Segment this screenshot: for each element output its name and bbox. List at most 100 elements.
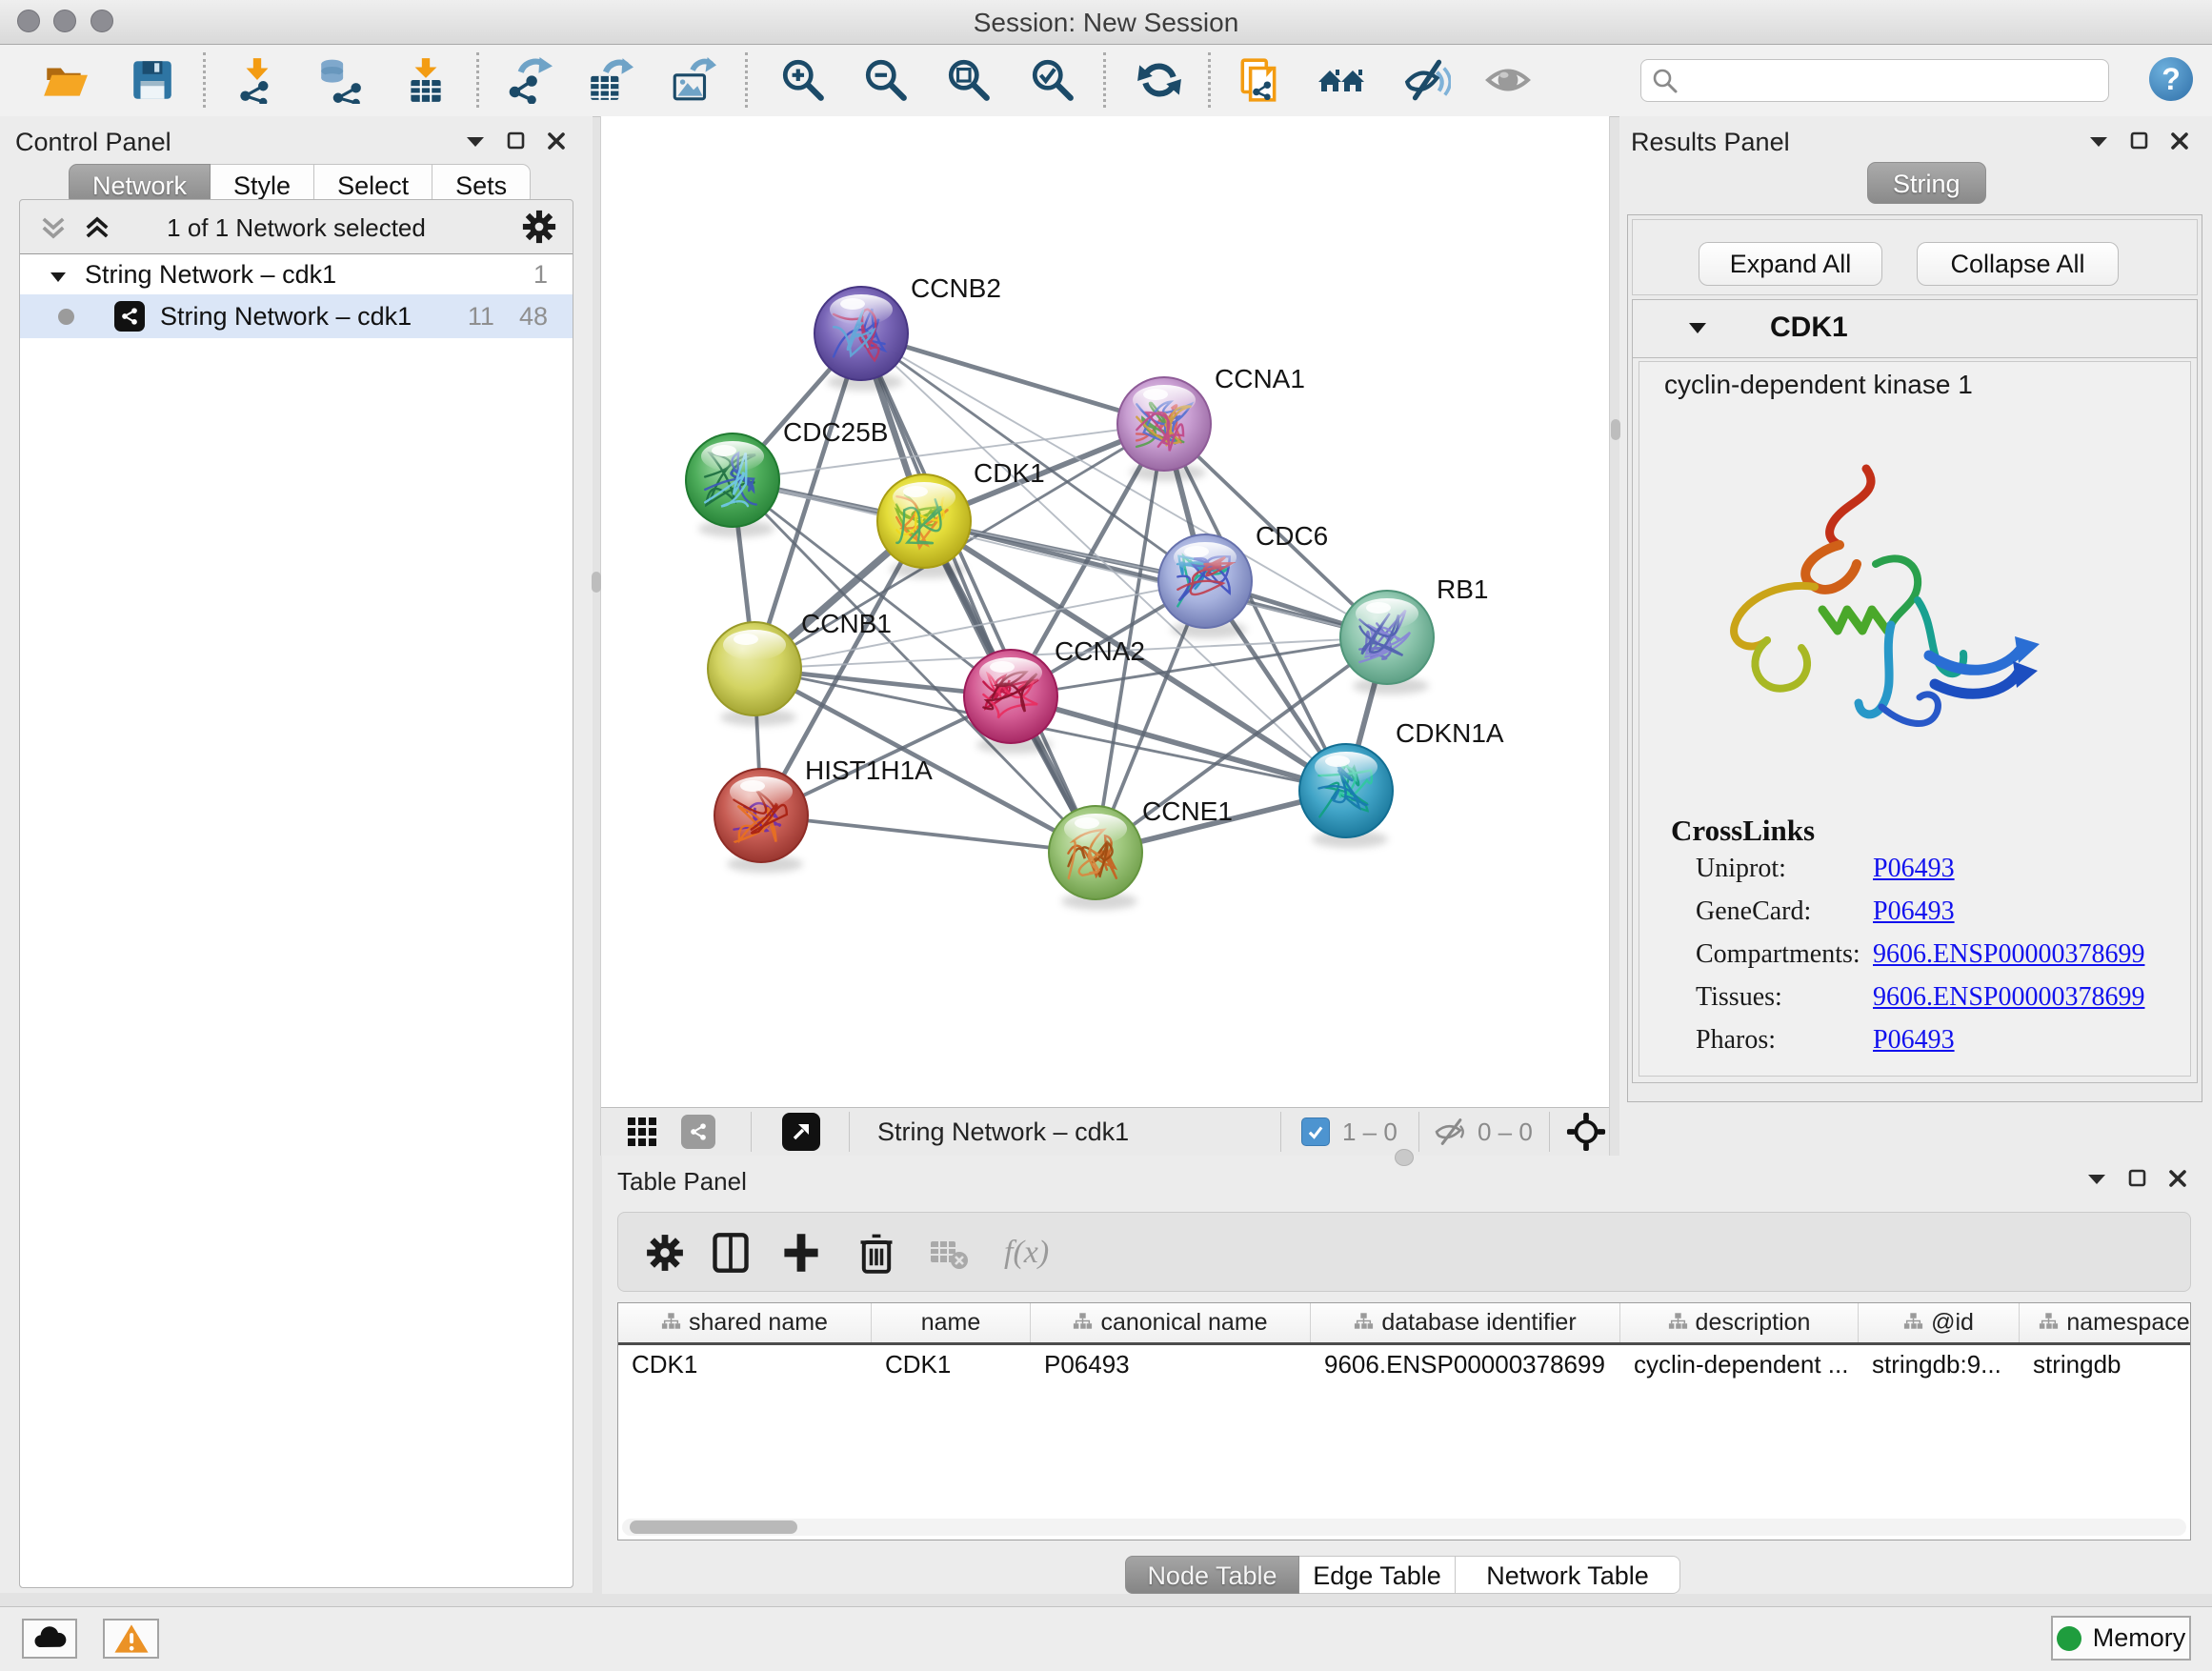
- network-node-RB1[interactable]: [1340, 591, 1434, 695]
- panel-float-icon[interactable]: [2130, 131, 2149, 151]
- zoom-selected-icon[interactable]: [1028, 55, 1077, 105]
- hide-selected-icon[interactable]: [1402, 55, 1452, 105]
- network-node-CDC6[interactable]: [1158, 534, 1252, 638]
- network-collection-row[interactable]: String Network – cdk1 1: [20, 254, 573, 294]
- expand-all-button[interactable]: Expand All: [1699, 242, 1882, 286]
- column-header-name[interactable]: name: [872, 1303, 1031, 1342]
- crosslink-link[interactable]: P06493: [1873, 896, 1955, 927]
- network-node-CCNB1[interactable]: [708, 622, 801, 726]
- import-network-file-icon[interactable]: [232, 55, 282, 105]
- crosslink-link[interactable]: P06493: [1873, 854, 1955, 884]
- table-cell[interactable]: stringdb: [2020, 1350, 2191, 1379]
- column-header-canonical-name[interactable]: canonical name: [1031, 1303, 1311, 1342]
- table-cell[interactable]: cyclin-dependent ...: [1620, 1350, 1859, 1379]
- collapse-all-button[interactable]: Collapse All: [1917, 242, 2119, 286]
- gene-header-row[interactable]: CDK1: [1633, 300, 2197, 358]
- refresh-icon[interactable]: [1135, 55, 1184, 105]
- network-node-CCNA1[interactable]: [1117, 377, 1211, 481]
- panel-float-icon[interactable]: [2128, 1169, 2147, 1188]
- table-row[interactable]: CDK1CDK1P064939606.ENSP00000378699cyclin…: [618, 1345, 2190, 1383]
- function-builder-icon[interactable]: f(x): [1004, 1213, 1049, 1293]
- table-cell[interactable]: stringdb:9...: [1859, 1350, 2020, 1379]
- hidden-eye-icon[interactable]: [1432, 1108, 1468, 1156]
- crosslink-label: Pharos:: [1696, 1025, 1776, 1056]
- zoom-fit-icon[interactable]: [944, 55, 994, 105]
- open-session-icon[interactable]: [40, 55, 90, 105]
- network-edge[interactable]: [761, 815, 1096, 853]
- table-cell[interactable]: CDK1: [618, 1350, 872, 1379]
- warning-status-button[interactable]: [103, 1619, 159, 1659]
- grid-view-icon[interactable]: [628, 1108, 656, 1156]
- memory-button[interactable]: Memory: [2051, 1616, 2191, 1661]
- panel-collapse-icon[interactable]: [2088, 134, 2109, 148]
- column-header-database-identifier[interactable]: database identifier: [1311, 1303, 1620, 1342]
- network-canvas[interactable]: CCNB2CCNA1CDC25BCDK1CDC6RB1CCNB1CCNA2CDK…: [601, 116, 1609, 1108]
- cloud-status-button[interactable]: [22, 1619, 77, 1659]
- network-row-selected[interactable]: String Network – cdk1 1148: [20, 294, 573, 338]
- control-panel-controls: [465, 131, 566, 151]
- table-panel: Table Panel f(x) shared namenamecanonica…: [602, 1156, 2212, 1594]
- save-session-icon[interactable]: [128, 55, 177, 105]
- network-badge-icon[interactable]: [681, 1108, 715, 1156]
- show-columns-icon[interactable]: [712, 1213, 750, 1293]
- import-network-database-icon[interactable]: [315, 55, 365, 105]
- footer-separator: [1418, 1112, 1419, 1152]
- network-node-CDKN1A[interactable]: [1299, 744, 1393, 848]
- network-node-CCNB2[interactable]: [814, 287, 908, 391]
- crosslink-link[interactable]: 9606.ENSP00000378699: [1873, 939, 2144, 970]
- table-cell[interactable]: CDK1: [872, 1350, 1031, 1379]
- tree-expander-icon[interactable]: [50, 260, 68, 290]
- toolbar-separator: [745, 52, 748, 108]
- panel-collapse-icon[interactable]: [465, 134, 486, 148]
- panel-close-icon[interactable]: [2170, 131, 2189, 151]
- tab-edge-table[interactable]: Edge Table: [1299, 1556, 1456, 1594]
- left-splitter-handle[interactable]: [592, 572, 601, 593]
- gene-expander-icon[interactable]: [1688, 321, 1707, 339]
- export-image-icon[interactable]: [668, 55, 717, 105]
- search-field[interactable]: [1640, 59, 2109, 102]
- zoom-in-icon[interactable]: [778, 55, 828, 105]
- tab-string[interactable]: String: [1867, 162, 1986, 204]
- column-header-id[interactable]: @id: [1859, 1303, 2020, 1342]
- scrollbar-thumb[interactable]: [630, 1520, 797, 1534]
- network-view[interactable]: CCNB2CCNA1CDC25BCDK1CDC6RB1CCNB1CCNA2CDK…: [600, 116, 1610, 1156]
- tab-node-table[interactable]: Node Table: [1125, 1556, 1299, 1594]
- table-settings-gear-icon[interactable]: [645, 1213, 685, 1293]
- panel-collapse-icon[interactable]: [2086, 1172, 2107, 1185]
- export-network-icon[interactable]: [504, 55, 553, 105]
- right-splitter-handle[interactable]: [1611, 419, 1620, 440]
- crosslink-link[interactable]: P06493: [1873, 1025, 1955, 1056]
- crosslink-link[interactable]: 9606.ENSP00000378699: [1873, 982, 2144, 1013]
- tab-network-table[interactable]: Network Table: [1456, 1556, 1680, 1594]
- export-table-icon[interactable]: [585, 55, 634, 105]
- column-header-namespace[interactable]: namespace: [2020, 1303, 2191, 1342]
- delete-column-icon[interactable]: [858, 1213, 895, 1293]
- zoom-out-icon[interactable]: [861, 55, 911, 105]
- first-neighbors-icon[interactable]: [1317, 55, 1366, 105]
- show-all-icon[interactable]: [1483, 55, 1533, 105]
- import-table-file-icon[interactable]: [401, 55, 451, 105]
- detach-view-icon[interactable]: [782, 1108, 820, 1156]
- column-header-shared-name[interactable]: shared name: [618, 1303, 872, 1342]
- footer-separator: [1549, 1112, 1550, 1152]
- bottom-splitter-handle[interactable]: [1395, 1149, 1414, 1166]
- birds-eye-view-icon[interactable]: [1566, 1108, 1606, 1156]
- network-node-CCNE1[interactable]: [1049, 806, 1142, 910]
- table-cell[interactable]: P06493: [1031, 1350, 1311, 1379]
- network-node-CDC25B[interactable]: [686, 433, 779, 537]
- help-icon[interactable]: ?: [2149, 57, 2193, 101]
- horizontal-scrollbar[interactable]: [622, 1519, 2186, 1536]
- network-options-gear-icon[interactable]: [521, 209, 557, 250]
- clone-network-icon[interactable]: [1235, 55, 1284, 105]
- search-input[interactable]: [1679, 62, 2108, 100]
- delete-table-icon[interactable]: [929, 1213, 969, 1293]
- network-node-HIST1H1A[interactable]: [714, 769, 808, 873]
- panel-float-icon[interactable]: [507, 131, 526, 151]
- panel-close-icon[interactable]: [547, 131, 566, 151]
- table-cell[interactable]: 9606.ENSP00000378699: [1311, 1350, 1620, 1379]
- column-header-description[interactable]: description: [1620, 1303, 1859, 1342]
- add-column-icon[interactable]: [782, 1213, 820, 1293]
- selected-checkbox[interactable]: [1301, 1108, 1330, 1156]
- memory-status-dot: [2057, 1626, 2081, 1651]
- panel-close-icon[interactable]: [2168, 1169, 2187, 1188]
